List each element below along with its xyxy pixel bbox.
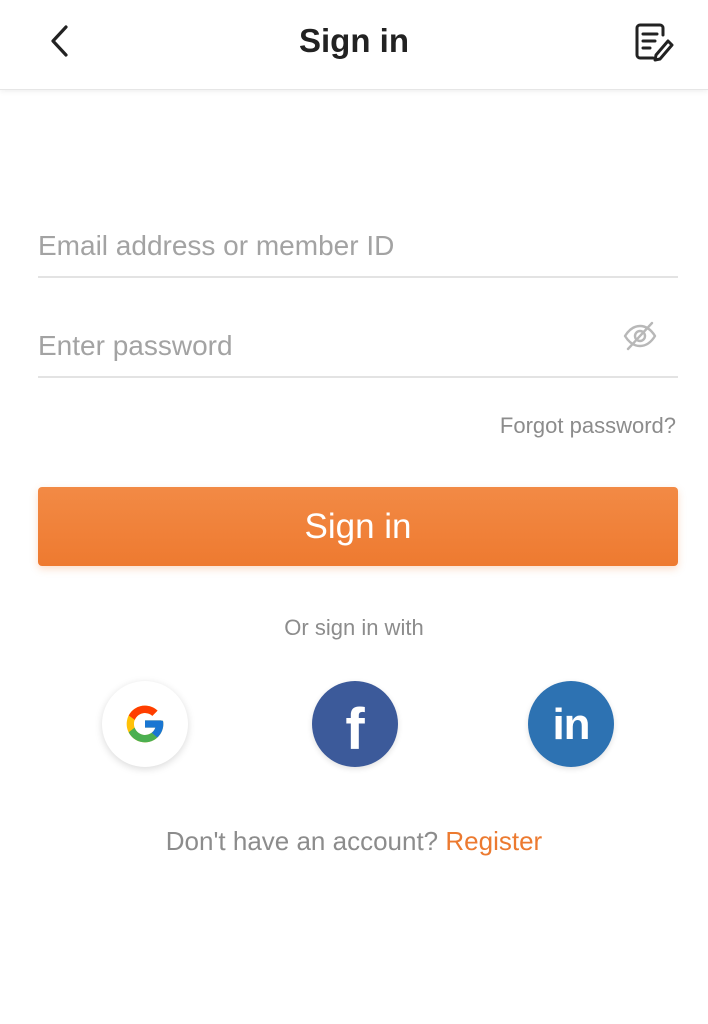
eye-off-icon: [623, 321, 657, 351]
social-signin-label: Or sign in with: [284, 615, 424, 640]
facebook-icon: f: [345, 696, 365, 762]
linkedin-icon: in: [552, 700, 590, 749]
register-link[interactable]: Register: [445, 826, 542, 856]
forgot-password-link[interactable]: Forgot password?: [500, 413, 676, 439]
password-input[interactable]: [38, 316, 678, 376]
sign-in-button[interactable]: Sign in: [38, 487, 678, 566]
header-bar: Sign in: [0, 0, 708, 90]
google-icon: [126, 705, 164, 743]
register-prompt-text: Don't have an account?: [165, 826, 439, 856]
register-prompt: Don't have an account? Register: [0, 826, 708, 857]
facebook-signin-button[interactable]: f: [312, 681, 398, 767]
password-field: [38, 316, 678, 378]
sign-in-screen: Sign in Forgot password? Sign in Or sign…: [0, 0, 708, 1024]
email-input[interactable]: [38, 216, 678, 276]
note-edit-button[interactable]: [628, 18, 678, 66]
note-edit-icon: [635, 23, 674, 62]
page-title: Sign in: [299, 22, 409, 59]
linkedin-signin-button[interactable]: in: [528, 681, 614, 767]
email-field: [38, 216, 678, 278]
password-visibility-toggle[interactable]: [620, 318, 660, 354]
google-signin-button[interactable]: [102, 681, 188, 767]
